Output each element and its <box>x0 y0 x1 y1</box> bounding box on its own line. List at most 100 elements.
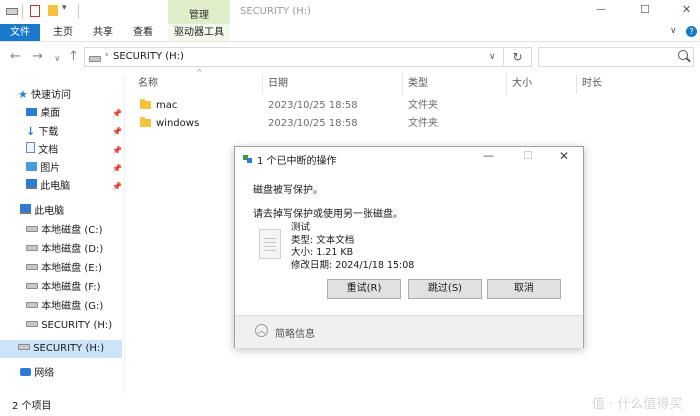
chevron-right-icon: › <box>105 50 109 60</box>
tab-drive-tools[interactable]: 驱动器工具 <box>168 24 230 41</box>
tab-share[interactable]: 共享 <box>86 24 120 41</box>
qat-customize-icon[interactable]: ▾ <box>62 3 67 13</box>
column-header-date[interactable]: 日期 <box>268 76 288 92</box>
pin-icon[interactable]: 📌 <box>112 182 122 191</box>
column-divider <box>402 74 403 94</box>
column-header-size[interactable]: 大小 <box>512 76 532 92</box>
pin-icon[interactable]: 📌 <box>112 164 122 173</box>
refresh-button[interactable]: ↻ <box>504 47 532 67</box>
drive-icon <box>6 8 18 15</box>
document-icon <box>26 142 35 153</box>
text-file-icon <box>259 229 281 259</box>
sidebar-item-drive-h[interactable]: SECURITY (H:) <box>26 317 112 335</box>
sidebar-item-label: 此电脑 <box>34 206 65 217</box>
sidebar-item-label: 快速访问 <box>31 90 72 101</box>
folder-icon <box>140 117 151 127</box>
file-name: mac <box>156 100 178 111</box>
forward-arrow-icon[interactable]: → <box>32 50 43 64</box>
pin-icon[interactable]: 📌 <box>112 109 122 118</box>
address-bar[interactable]: › SECURITY (H:) ∨ <box>84 47 504 67</box>
drive-icon <box>18 344 30 350</box>
sidebar-item-drive-e[interactable]: 本地磁盘 (E:) <box>26 260 102 278</box>
back-arrow-icon[interactable]: ← <box>10 50 21 64</box>
file-row[interactable]: mac 2023/10/25 18:58 文件夹 <box>140 97 560 115</box>
sidebar-item-label: SECURITY (H:) <box>33 343 105 354</box>
file-type: 文件夹 <box>408 118 438 129</box>
download-arrow-icon: ↓ <box>26 125 36 138</box>
sidebar-item-drive-c[interactable]: 本地磁盘 (C:) <box>26 222 103 240</box>
sidebar-item-label: 桌面 <box>40 108 61 119</box>
file-type: 文件夹 <box>408 100 438 111</box>
pin-icon[interactable]: 📌 <box>112 146 122 155</box>
ribbon-expand-icon[interactable]: ∨ <box>670 26 677 36</box>
tab-view[interactable]: 查看 <box>126 24 160 41</box>
help-icon[interactable]: ? <box>686 26 697 37</box>
sidebar-item-label: 下载 <box>38 127 59 138</box>
navigation-pane: ★ 快速访问 桌面 📌 ↓ 下载 📌 文档 📌 图片 📌 此电脑 📌 此电脑 本… <box>0 80 124 396</box>
file-modified: 修改日期: 2024/1/18 15:08 <box>291 259 415 271</box>
dialog-minimize-button[interactable]: — <box>483 149 494 162</box>
folder-icon <box>140 99 151 109</box>
sidebar-item-label: 网络 <box>34 368 55 379</box>
retry-button[interactable]: 重试(R) <box>327 279 401 299</box>
up-arrow-icon[interactable]: ↑ <box>68 50 79 64</box>
cancel-button[interactable]: 取消 <box>487 279 561 299</box>
sidebar-item-drive-f[interactable]: 本地磁盘 (F:) <box>26 279 101 297</box>
divider <box>78 4 79 19</box>
sidebar-item-drive-d[interactable]: 本地磁盘 (D:) <box>26 241 103 259</box>
ribbon-tabs: 文件 主页 共享 查看 驱动器工具 ∨ ? <box>0 24 700 42</box>
pictures-icon <box>26 162 37 171</box>
skip-button[interactable]: 跳过(S) <box>408 279 482 299</box>
sidebar-item-this-pc[interactable]: 此电脑 <box>20 203 64 221</box>
pane-divider <box>124 76 125 394</box>
file-row[interactable]: windows 2023/10/25 18:58 文件夹 <box>140 115 560 133</box>
fewer-details-link[interactable]: 简略信息 <box>275 325 315 340</box>
sidebar-item-documents[interactable]: 文档 <box>26 142 58 160</box>
file-name: windows <box>156 118 200 129</box>
sidebar-item-label: 本地磁盘 (C:) <box>41 225 103 236</box>
collapse-details-icon[interactable]: ︿ <box>255 324 268 337</box>
sidebar-item-drive-g[interactable]: 本地磁盘 (G:) <box>26 298 103 316</box>
column-header-type[interactable]: 类型 <box>408 76 428 92</box>
minimize-button[interactable]: — <box>596 4 606 15</box>
tab-file[interactable]: 文件 <box>0 24 40 41</box>
column-divider <box>576 74 577 94</box>
column-header-length[interactable]: 时长 <box>582 76 602 92</box>
address-dropdown-icon[interactable]: ∨ <box>489 52 496 62</box>
properties-icon[interactable] <box>30 5 40 17</box>
recent-locations-icon[interactable]: ∨ <box>54 52 61 66</box>
sidebar-item-this-pc-quick[interactable]: 此电脑 <box>26 178 70 196</box>
file-name: 测试 <box>291 222 311 233</box>
computer-icon <box>20 204 31 214</box>
drive-icon <box>26 226 38 232</box>
search-input[interactable] <box>538 47 694 67</box>
drive-icon <box>26 264 38 270</box>
maximize-button[interactable]: ☐ <box>640 3 650 16</box>
sidebar-item-downloads[interactable]: ↓ 下载 <box>26 123 58 141</box>
sidebar-item-security-selected[interactable]: SECURITY (H:) <box>0 340 122 358</box>
tab-home[interactable]: 主页 <box>46 24 80 41</box>
close-button[interactable]: ✕ <box>682 3 691 16</box>
sidebar-item-network[interactable]: 网络 <box>20 365 54 383</box>
network-icon <box>20 368 31 376</box>
dialog-close-button[interactable]: ✕ <box>559 149 569 163</box>
file-date: 2023/10/25 18:58 <box>268 118 358 129</box>
manage-tab-label: 管理 <box>189 10 209 21</box>
file-date: 2023/10/25 18:58 <box>268 100 358 111</box>
manage-tab-header[interactable]: 管理 <box>168 0 230 24</box>
title-bar: ▾ 管理 SECURITY (H:) — ☐ ✕ <box>0 0 700 24</box>
sidebar-item-pictures[interactable]: 图片 <box>26 160 60 178</box>
column-divider <box>262 74 263 94</box>
column-header-name[interactable]: 名称 <box>138 76 158 92</box>
divider <box>22 4 23 19</box>
file-details[interactable]: 测试 类型: 文本文档 大小: 1.21 KB 修改日期: 2024/1/18 … <box>291 222 414 272</box>
dialog-hint: 请去掉写保护或使用另一张磁盘。 <box>253 209 403 220</box>
dialog-footer: ︿ 简略信息 <box>235 315 583 348</box>
computer-icon <box>26 179 37 189</box>
sidebar-item-label: 本地磁盘 (G:) <box>41 301 104 312</box>
new-folder-icon[interactable] <box>48 5 58 16</box>
sidebar-item-desktop[interactable]: 桌面 <box>26 105 60 123</box>
sidebar-item-label: 本地磁盘 (D:) <box>41 244 104 255</box>
sidebar-item-quick-access[interactable]: ★ 快速访问 <box>18 86 71 104</box>
pin-icon[interactable]: 📌 <box>112 127 122 136</box>
